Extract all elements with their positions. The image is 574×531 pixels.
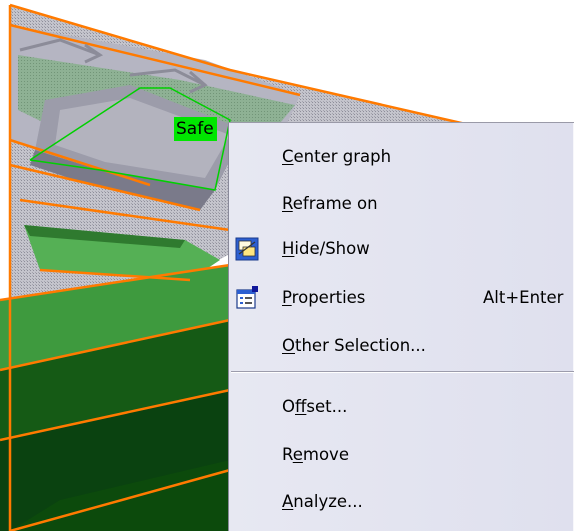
menu-item-hide-show[interactable]: Hide/Show: [229, 231, 574, 265]
menu-item-label: Properties: [282, 287, 366, 307]
menu-item-label: Center graph: [282, 146, 392, 166]
hide-show-icon: [235, 237, 259, 261]
menu-item-label: Offset...: [282, 396, 348, 416]
menu-item-offset[interactable]: Offset...: [229, 389, 574, 423]
menu-item-analyze[interactable]: Analyze...: [229, 484, 574, 518]
menu-item-label: Analyze...: [282, 491, 363, 511]
menu-item-label: Remove: [282, 444, 349, 464]
menu-item-label: Reframe on: [282, 193, 378, 213]
menu-item-reframe-on[interactable]: Reframe on: [229, 186, 574, 220]
menu-item-other-selection[interactable]: Other Selection...: [229, 328, 574, 362]
menu-item-center-graph[interactable]: Center graph: [229, 139, 574, 173]
shortcut-label: Alt+Enter: [483, 287, 564, 307]
context-menu: Center graph Reframe on Hide/Show Propertie…: [228, 122, 574, 531]
menu-separator: [231, 371, 574, 373]
menu-item-label: Other Selection...: [282, 335, 426, 355]
menu-item-label: Hide/Show: [282, 238, 370, 258]
properties-icon: [235, 286, 259, 310]
selected-element-label: Safe: [174, 117, 217, 141]
menu-item-remove[interactable]: Remove: [229, 437, 574, 471]
menu-item-properties[interactable]: Properties Alt+Enter: [229, 280, 574, 314]
